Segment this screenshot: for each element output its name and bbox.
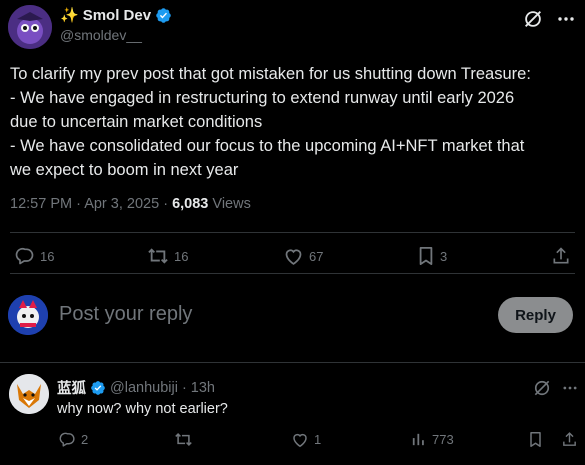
- reply-action[interactable]: 16: [15, 246, 54, 266]
- commenter-name[interactable]: 蓝狐: [57, 377, 86, 398]
- comment-like-action[interactable]: 1: [291, 431, 321, 448]
- repost-icon: [147, 246, 169, 266]
- grok-icon[interactable]: [532, 378, 552, 398]
- divider: [10, 273, 575, 274]
- post-body: To clarify my prev post that got mistake…: [10, 62, 580, 182]
- share-icon: [551, 246, 571, 266]
- repost-count: 16: [174, 248, 189, 264]
- more-options-icon[interactable]: [557, 12, 575, 26]
- comment-like-count: 1: [314, 432, 322, 447]
- comment-bookmark-action[interactable]: [528, 431, 543, 448]
- views-label: Views: [212, 196, 251, 212]
- commenter-handle[interactable]: @lanhubiji: [110, 380, 178, 396]
- reply-icon: [15, 246, 35, 266]
- bookmark-icon: [528, 431, 543, 448]
- comment-header: 蓝狐 @lanhubiji · 13h: [57, 377, 215, 398]
- author-handle[interactable]: @smoldev__: [60, 27, 142, 43]
- comment-time[interactable]: 13h: [191, 380, 215, 396]
- like-count: 67: [309, 248, 324, 264]
- reply-button[interactable]: Reply: [498, 297, 573, 333]
- author-name-row[interactable]: ✨ Smol Dev: [60, 6, 172, 24]
- comment-views-count: 773: [432, 432, 454, 447]
- reply-icon: [59, 431, 76, 448]
- post-text-line: To clarify my prev post that got mistake…: [10, 65, 531, 83]
- bookmark-count: 3: [440, 248, 448, 264]
- post-text-line: - We have consolidated our focus to the …: [10, 137, 525, 155]
- commenter-avatar[interactable]: [9, 374, 49, 414]
- comment-repost-action[interactable]: [174, 431, 198, 448]
- meta-separator: ·: [76, 196, 81, 212]
- sparkles-emoji: ✨: [60, 7, 79, 24]
- bookmark-action[interactable]: 3: [417, 246, 447, 266]
- views-icon: [410, 431, 427, 448]
- comment-reply-count: 2: [81, 432, 89, 447]
- views-count: 6,083: [172, 196, 209, 212]
- grok-icon[interactable]: [522, 8, 544, 30]
- comment-share-action[interactable]: [561, 431, 578, 448]
- verified-badge-icon: [155, 7, 172, 24]
- reply-count: 16: [40, 248, 55, 264]
- verified-badge-icon: [90, 380, 106, 396]
- comment-text: why now? why not earlier?: [57, 401, 228, 417]
- heart-icon: [283, 246, 304, 266]
- comment-reply-action[interactable]: 2: [59, 431, 88, 448]
- author-avatar[interactable]: [8, 5, 52, 49]
- comment-views-action[interactable]: 773: [410, 431, 454, 448]
- meta-separator: ·: [163, 196, 169, 212]
- divider: [10, 232, 575, 233]
- heart-icon: [291, 431, 309, 448]
- meta-separator: ·: [181, 379, 187, 396]
- divider: [0, 362, 585, 363]
- author-name[interactable]: Smol Dev: [83, 7, 151, 24]
- like-action[interactable]: 67: [283, 246, 323, 266]
- post-date[interactable]: Apr 3, 2025: [84, 196, 159, 212]
- repost-icon: [174, 431, 193, 448]
- post-text-line: - We have engaged in restructuring to ex…: [10, 89, 515, 107]
- more-options-icon[interactable]: [562, 382, 578, 394]
- post-text-line: due to uncertain market conditions: [10, 113, 263, 131]
- post-metadata: 12:57 PM · Apr 3, 2025 · 6,083 Views: [10, 196, 251, 212]
- bookmark-icon: [417, 246, 435, 266]
- reply-input[interactable]: Post your reply: [59, 303, 192, 326]
- share-action[interactable]: [551, 246, 571, 266]
- current-user-avatar[interactable]: [8, 295, 48, 335]
- post-time[interactable]: 12:57 PM: [10, 196, 72, 212]
- repost-action[interactable]: 16: [147, 246, 188, 266]
- post-text-line: we expect to boom in next year: [10, 161, 239, 179]
- share-icon: [561, 431, 578, 448]
